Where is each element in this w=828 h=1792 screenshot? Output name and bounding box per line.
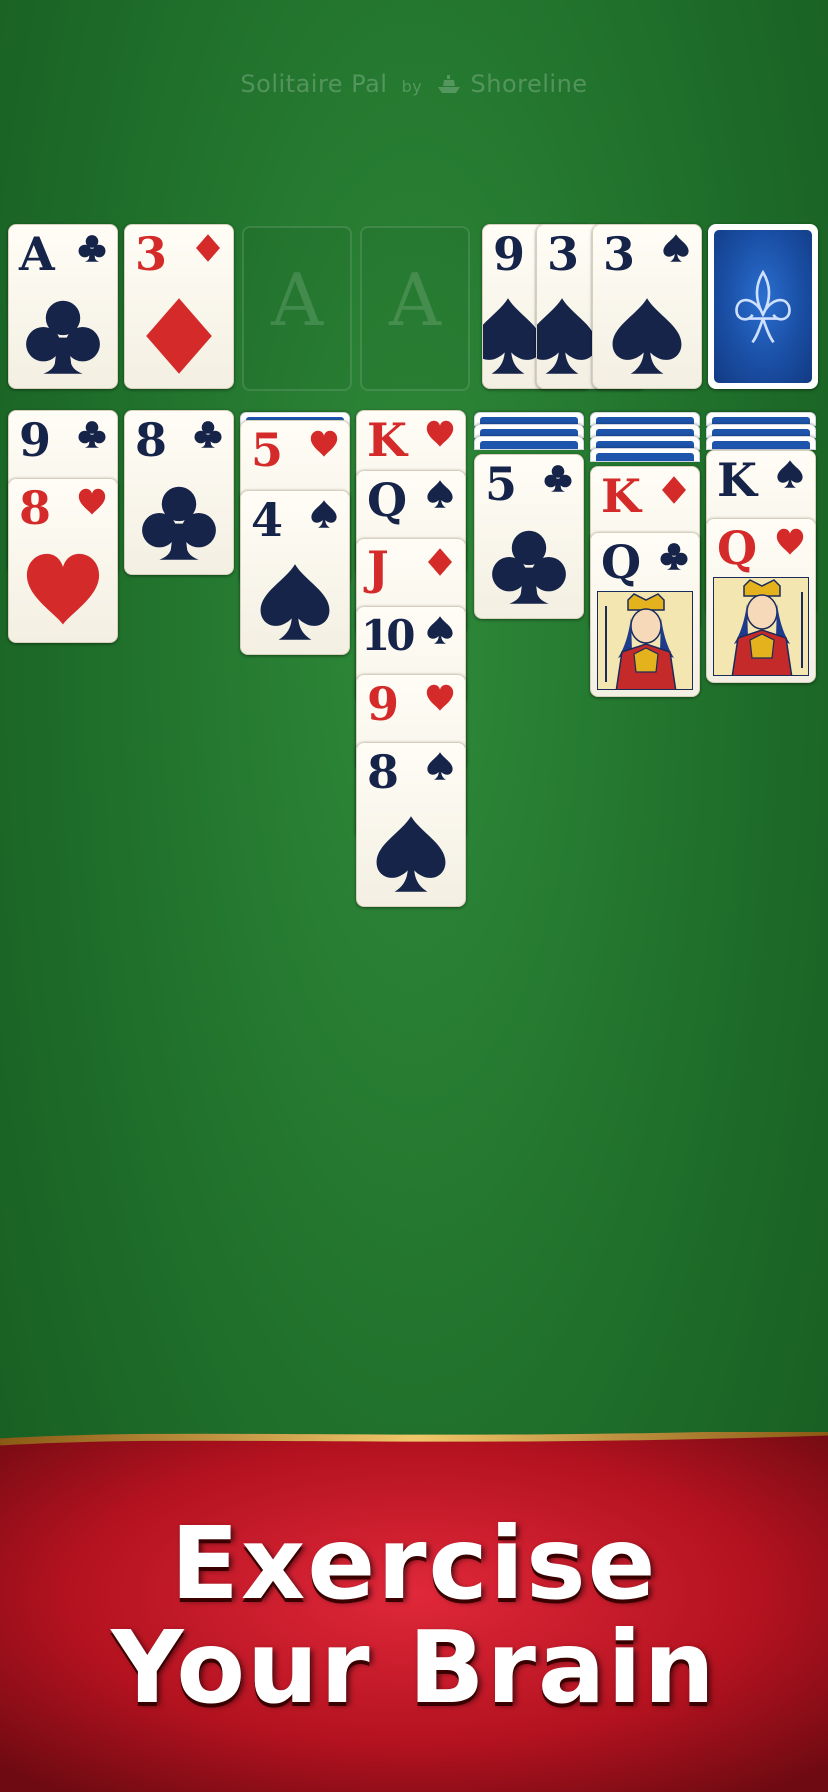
diamonds-icon	[138, 295, 220, 377]
card-rank: K	[367, 413, 407, 467]
hearts-icon	[425, 419, 455, 449]
diamonds-icon	[193, 233, 223, 263]
diamonds-icon	[425, 547, 455, 577]
card-rank: K	[717, 453, 757, 507]
foundation-pile-3[interactable]: A	[242, 226, 352, 391]
clubs-icon	[22, 295, 104, 377]
foundation-placeholder: A	[389, 258, 441, 342]
promo-banner: Exercise Your Brain	[0, 1432, 828, 1792]
spades-icon	[661, 233, 691, 263]
hearts-icon	[775, 527, 805, 557]
card-rank: 9	[367, 677, 400, 731]
spades-icon	[254, 561, 336, 643]
foundation-pile-2[interactable]: 3	[124, 224, 234, 389]
card-rank: 3	[135, 227, 168, 281]
face-down-card	[474, 436, 584, 450]
card-rank: Q	[367, 473, 408, 527]
card-rank: 3	[547, 227, 580, 281]
card-rank: 5	[485, 457, 518, 511]
face-down-card	[590, 448, 700, 462]
tableau-card[interactable]: Q	[706, 518, 816, 683]
hearts-icon	[22, 549, 104, 631]
stock-pile[interactable]	[708, 224, 818, 389]
foundation-placeholder: A	[271, 258, 323, 342]
card-rank: Q	[601, 535, 642, 589]
card-rank: 9	[493, 227, 526, 281]
ship-icon	[436, 72, 462, 93]
card-rank: 3	[603, 227, 636, 281]
card-rank: 4	[251, 493, 284, 547]
card-rank: 8	[19, 481, 52, 535]
card-rank: K	[601, 469, 641, 523]
clubs-icon	[659, 541, 689, 571]
card-rank: 10	[361, 611, 415, 660]
brand-company: Shoreline	[470, 70, 588, 98]
clubs-icon	[488, 525, 570, 607]
card-rank: 8	[367, 745, 400, 799]
waste-card-top[interactable]: 3	[592, 224, 702, 389]
spades-icon	[425, 479, 455, 509]
banner-headline-line2: Your Brain	[111, 1609, 717, 1726]
card-rank: 5	[251, 423, 284, 477]
queen-portrait-icon	[597, 591, 693, 690]
clubs-icon	[77, 233, 107, 263]
tableau-card[interactable]: Q	[590, 532, 700, 697]
banner-headline-line1: Exercise	[170, 1505, 658, 1622]
card-rank: 9	[19, 413, 52, 467]
clubs-icon	[543, 463, 573, 493]
spades-icon	[370, 813, 452, 895]
brand-header: Solitaire Pal by Shoreline	[0, 70, 828, 98]
tableau-card[interactable]: 8	[8, 478, 118, 643]
clubs-icon	[138, 481, 220, 563]
spades-icon	[775, 459, 805, 489]
clubs-icon	[193, 419, 223, 449]
diamonds-icon	[659, 475, 689, 505]
card-rank: A	[19, 227, 55, 281]
brand-name: Solitaire Pal	[240, 70, 388, 98]
spades-icon	[606, 295, 688, 377]
card-rank: 8	[135, 413, 168, 467]
face-down-card	[706, 436, 816, 450]
tableau-card[interactable]: 5	[474, 454, 584, 619]
hearts-icon	[309, 429, 339, 459]
hearts-icon	[77, 487, 107, 517]
foundation-pile-4[interactable]: A	[360, 226, 470, 391]
foundation-pile-1[interactable]: A	[8, 224, 118, 389]
hearts-icon	[425, 683, 455, 713]
spades-icon	[425, 751, 455, 781]
queen-portrait-icon	[713, 577, 809, 676]
spades-icon	[425, 615, 455, 645]
tableau-card[interactable]: 8	[356, 742, 466, 907]
clubs-icon	[77, 419, 107, 449]
fleur-de-lis-icon	[735, 269, 791, 344]
brand-by: by	[401, 77, 423, 96]
tableau-card[interactable]: 4	[240, 490, 350, 655]
card-rank: Q	[717, 521, 758, 575]
card-rank: J	[367, 541, 389, 595]
tableau-card[interactable]: 8	[124, 410, 234, 575]
spades-icon	[309, 499, 339, 529]
